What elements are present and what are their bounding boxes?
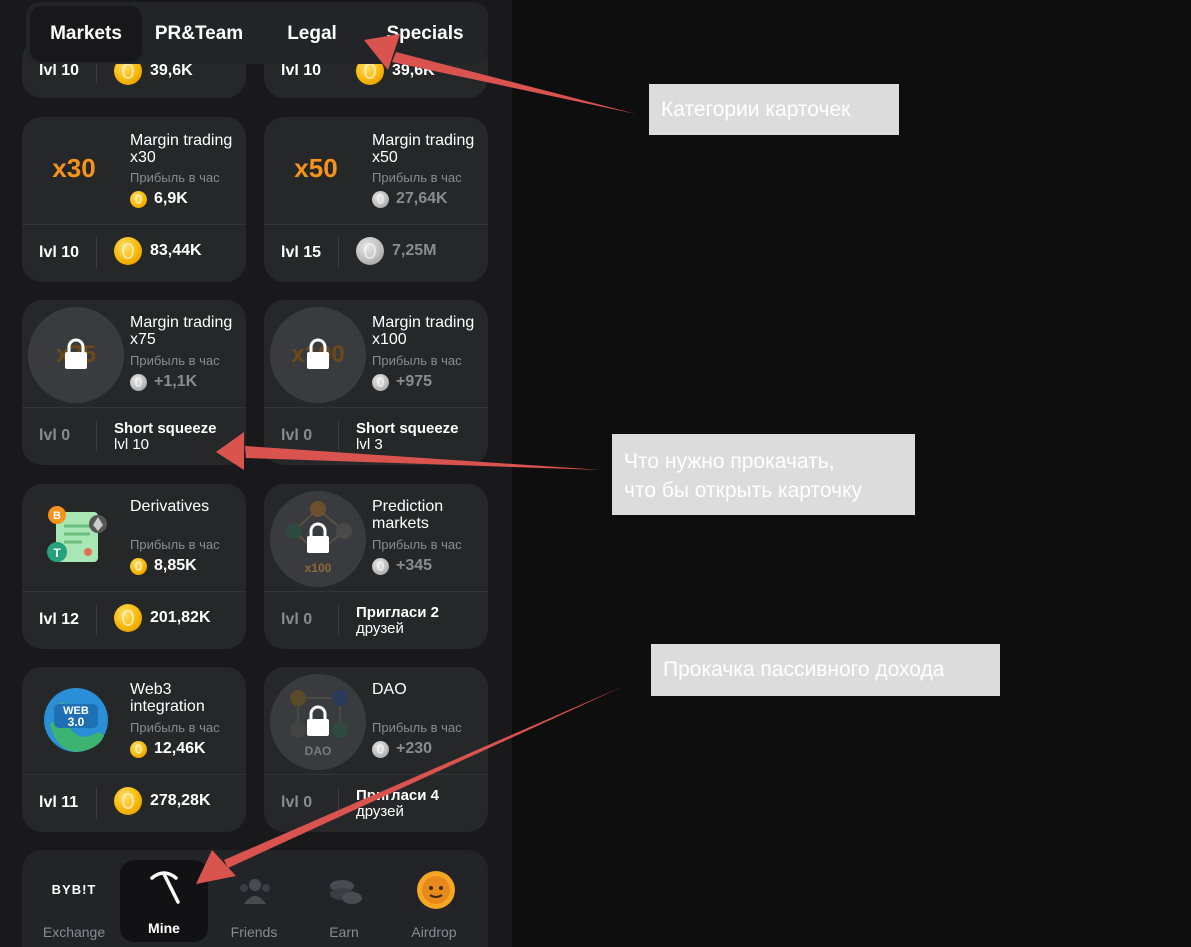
arrowhead-unlock bbox=[216, 432, 244, 470]
arrowhead-categories bbox=[364, 34, 400, 70]
annotation-arrows bbox=[196, 34, 636, 884]
arrow-passive bbox=[224, 686, 624, 868]
arrow-categories bbox=[392, 52, 636, 114]
arrow-unlock bbox=[245, 446, 602, 470]
